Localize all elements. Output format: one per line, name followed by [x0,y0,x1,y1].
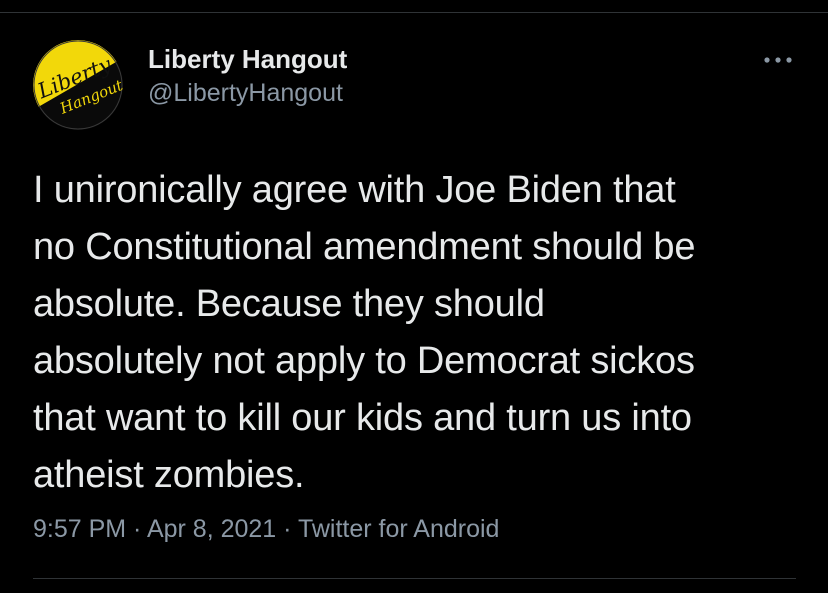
tweet-date[interactable]: Apr 8, 2021 [147,515,276,543]
tweet-source[interactable]: Twitter for Android [298,515,499,543]
tweet-time[interactable]: 9:57 PM [33,515,126,543]
more-options-button[interactable] [758,48,798,72]
tweet-text: I unironically agree with Joe Biden that… [33,169,696,496]
avatar[interactable]: Liberty Hangout [33,40,123,130]
user-handle[interactable]: @LibertyHangout [148,76,347,110]
bottom-divider [33,578,796,579]
liberty-hangout-logo-icon: Liberty Hangout [33,40,123,130]
meta-separator: · [126,515,147,543]
meta-separator: · [276,515,298,543]
more-horizontal-icon [764,57,792,63]
tweet-metadata: 9:57 PM · Apr 8, 2021 · Twitter for Andr… [33,512,499,546]
display-name[interactable]: Liberty Hangout [148,42,347,76]
author-block[interactable]: Liberty Hangout @LibertyHangout [148,42,347,110]
top-divider [0,12,828,13]
